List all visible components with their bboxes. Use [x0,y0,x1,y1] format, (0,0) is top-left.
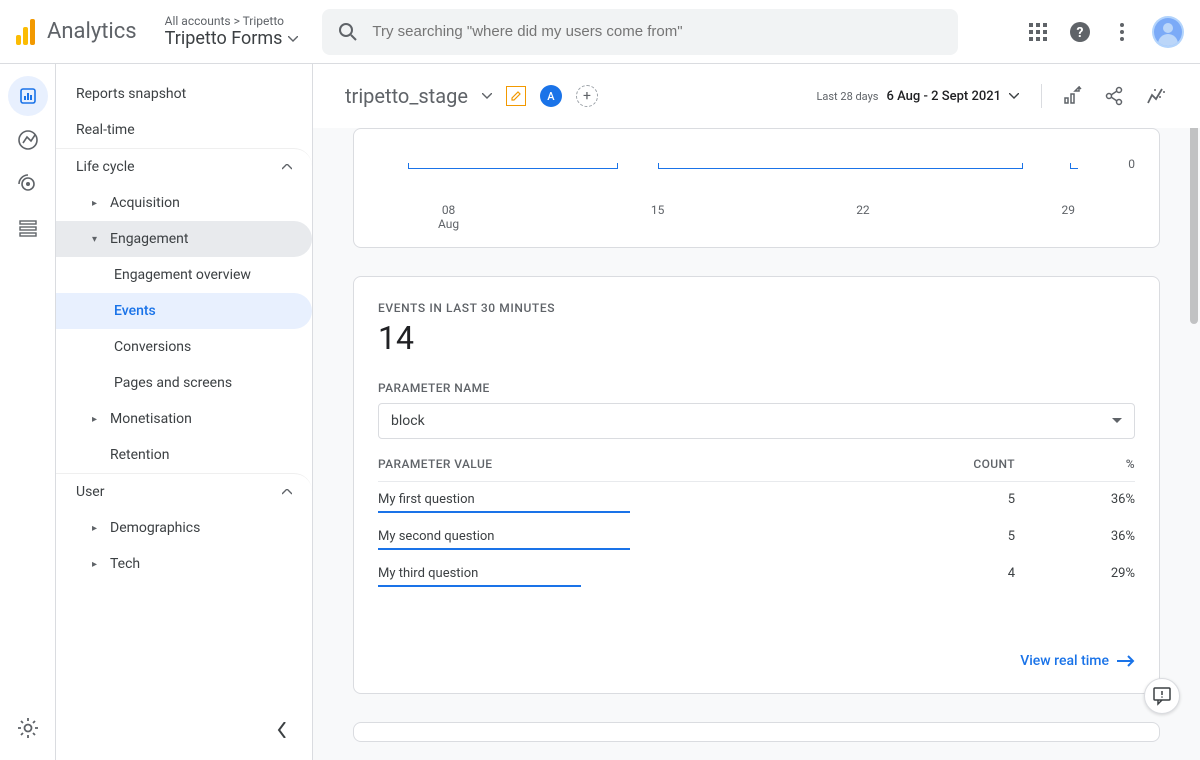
share-icon[interactable] [1102,84,1126,108]
sidebar-item-retention[interactable]: Retention [56,437,312,473]
search-input[interactable] [372,23,942,40]
sidebar-reports-snapshot[interactable]: Reports snapshot [56,76,312,112]
sidebar-section-lifecycle[interactable]: Life cycle [56,148,312,185]
sidebar-collapse-button[interactable] [264,712,300,748]
sidebar-item-demographics[interactable]: Demographics [56,510,312,546]
apps-icon[interactable] [1026,20,1050,44]
svg-text:?: ? [1077,25,1084,41]
param-name-label: PARAMETER NAME [378,381,1135,395]
customize-icon[interactable] [1060,84,1084,108]
logo[interactable]: Analytics [16,19,153,45]
sidebar-item-events[interactable]: Events [56,293,312,329]
feedback-button[interactable] [1144,678,1180,714]
y-tick: 0 [1128,157,1135,171]
date-range-picker[interactable]: Last 28 days 6 Aug - 2 Sept 2021 [816,89,1019,104]
chevron-down-icon[interactable] [482,93,492,99]
chevron-down-icon [288,36,298,42]
search-bar[interactable] [322,9,958,55]
table-row[interactable]: My second question536% [378,519,1135,556]
table-row[interactable]: My third question429% [378,556,1135,593]
col-count: COUNT [895,457,1015,471]
events-count: 14 [378,319,1135,357]
feedback-icon [1152,686,1172,706]
next-card-peek [353,722,1160,742]
property-name: Tripetto Forms [165,28,283,49]
breadcrumb: All accounts > Tripetto [165,14,299,28]
analytics-logo-icon [16,19,35,45]
chevron-down-icon [1009,93,1019,99]
sidebar-item-engagement-overview[interactable]: Engagement overview [56,257,312,293]
rail-settings-icon[interactable] [8,708,48,748]
main-content: tripetto_stage A + Last 28 days 6 Aug - … [312,64,1200,760]
top-bar: Analytics All accounts > Tripetto Tripet… [0,0,1200,64]
product-name: Analytics [47,19,137,44]
sidebar-section-user[interactable]: User [56,473,312,510]
subheader: tripetto_stage A + Last 28 days 6 Aug - … [313,64,1200,128]
account-avatar[interactable] [1152,16,1184,48]
events-card-title: EVENTS IN LAST 30 MINUTES [378,301,1135,315]
property-selector[interactable]: All accounts > Tripetto Tripetto Forms [165,14,299,49]
chart-card: 0 08Aug 15 22 29 [353,128,1160,248]
edit-event-icon[interactable] [506,86,526,106]
rail-reports-icon[interactable] [8,76,48,116]
insights-icon[interactable] [1144,84,1168,108]
line-chart: 0 [378,139,1135,199]
arrow-right-icon [1117,655,1135,667]
x-axis: 08Aug 15 22 29 [378,199,1135,231]
rail-configure-icon[interactable] [8,208,48,248]
param-dropdown[interactable]: block [378,403,1135,439]
table-row[interactable]: My first question536% [378,482,1135,519]
sidebar-item-conversions[interactable]: Conversions [56,329,312,365]
sidebar-item-monetisation[interactable]: Monetisation [56,401,312,437]
sidebar-item-engagement[interactable]: Engagement [56,221,312,257]
add-comparison-button[interactable]: + [576,85,598,107]
rail-explore-icon[interactable] [8,120,48,160]
chevron-down-icon [1112,418,1122,424]
event-title: tripetto_stage [345,84,468,108]
help-icon[interactable]: ? [1068,20,1092,44]
sidebar-realtime[interactable]: Real-time [56,112,312,148]
chevron-up-icon [282,489,292,495]
chevron-up-icon [282,164,292,170]
col-pct: % [1015,457,1135,471]
audience-badge[interactable]: A [540,85,562,107]
events-card: EVENTS IN LAST 30 MINUTES 14 PARAMETER N… [353,276,1160,694]
param-table: PARAMETER VALUE COUNT % My first questio… [378,457,1135,593]
scrollbar[interactable] [1190,124,1198,324]
col-param-value: PARAMETER VALUE [378,457,895,471]
search-icon [338,22,358,42]
sidebar-item-acquisition[interactable]: Acquisition [56,185,312,221]
nav-rail [0,64,56,760]
sidebar-item-pages-screens[interactable]: Pages and screens [56,365,312,401]
rail-advertising-icon[interactable] [8,164,48,204]
sidebar: Reports snapshot Real-time Life cycle Ac… [56,64,312,760]
more-icon[interactable] [1110,20,1134,44]
view-realtime-link[interactable]: View real time [1020,653,1135,669]
sidebar-item-tech[interactable]: Tech [56,546,312,582]
